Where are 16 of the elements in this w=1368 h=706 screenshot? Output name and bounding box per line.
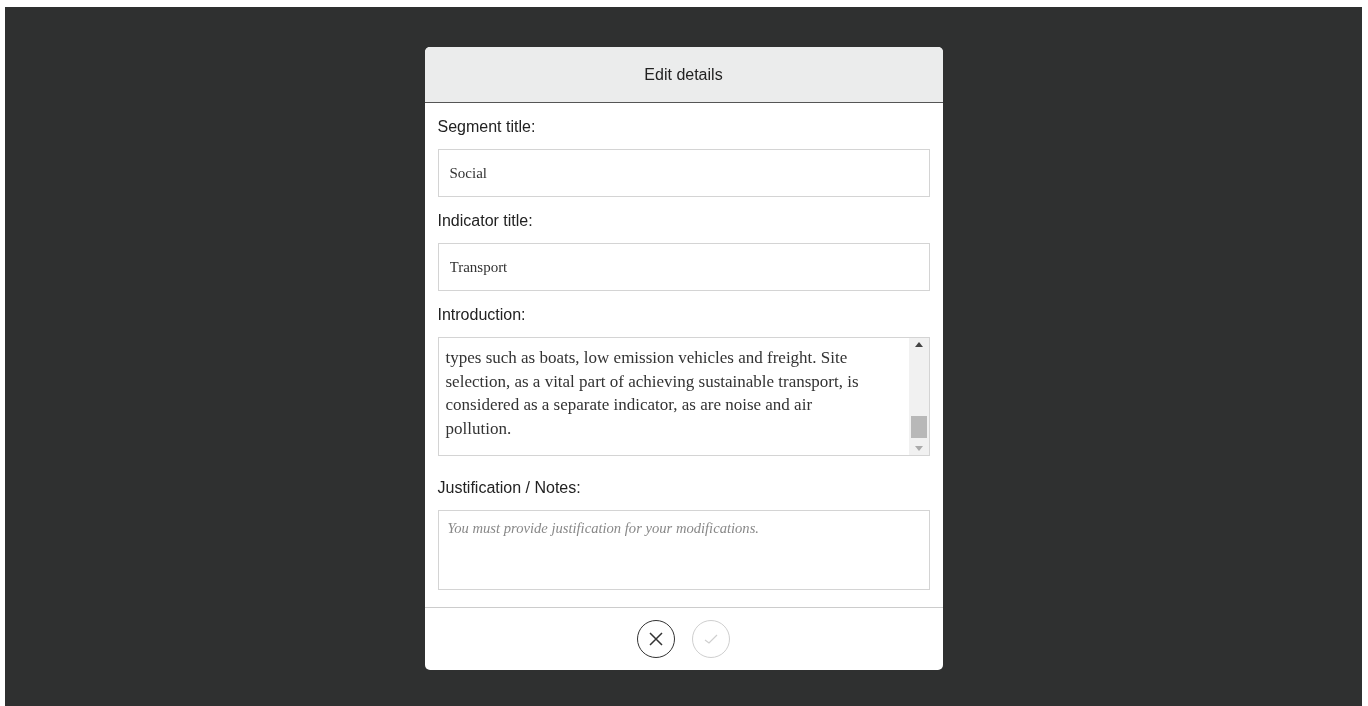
field-label: Segment title: xyxy=(437,117,536,137)
close-icon xyxy=(649,632,663,646)
scroll-thumb[interactable] xyxy=(910,416,927,438)
input-field[interactable]: Transport xyxy=(437,243,930,291)
field-label: Justification / Notes: xyxy=(437,478,581,498)
field-label: Indicator title: xyxy=(437,211,533,231)
notes-field[interactable]: You must provide justification for your modifications. xyxy=(437,510,930,590)
text-area[interactable]: types such as boats, low emission vehicles and freight. Site selection, as a vital part of achieving sustainable transport, is considered as a separate indicator, as are noise and air pollution. xyxy=(437,337,930,456)
scroll-down-icon[interactable] xyxy=(914,446,923,451)
introduction-text: types such as boats, low emission vehicles and freight. Site selection, as a vital part of achieving sustainable transport, is considered as a separate indicator, as are noise and air pollution. xyxy=(444,347,860,440)
field-label: Introduction: xyxy=(437,305,526,325)
scroll-bar[interactable] xyxy=(908,338,929,455)
scroll-up-icon[interactable] xyxy=(914,342,923,347)
dialog-title: Edit details xyxy=(644,64,723,85)
checkmark-icon xyxy=(704,633,718,645)
input-field[interactable]: Social xyxy=(437,149,930,197)
